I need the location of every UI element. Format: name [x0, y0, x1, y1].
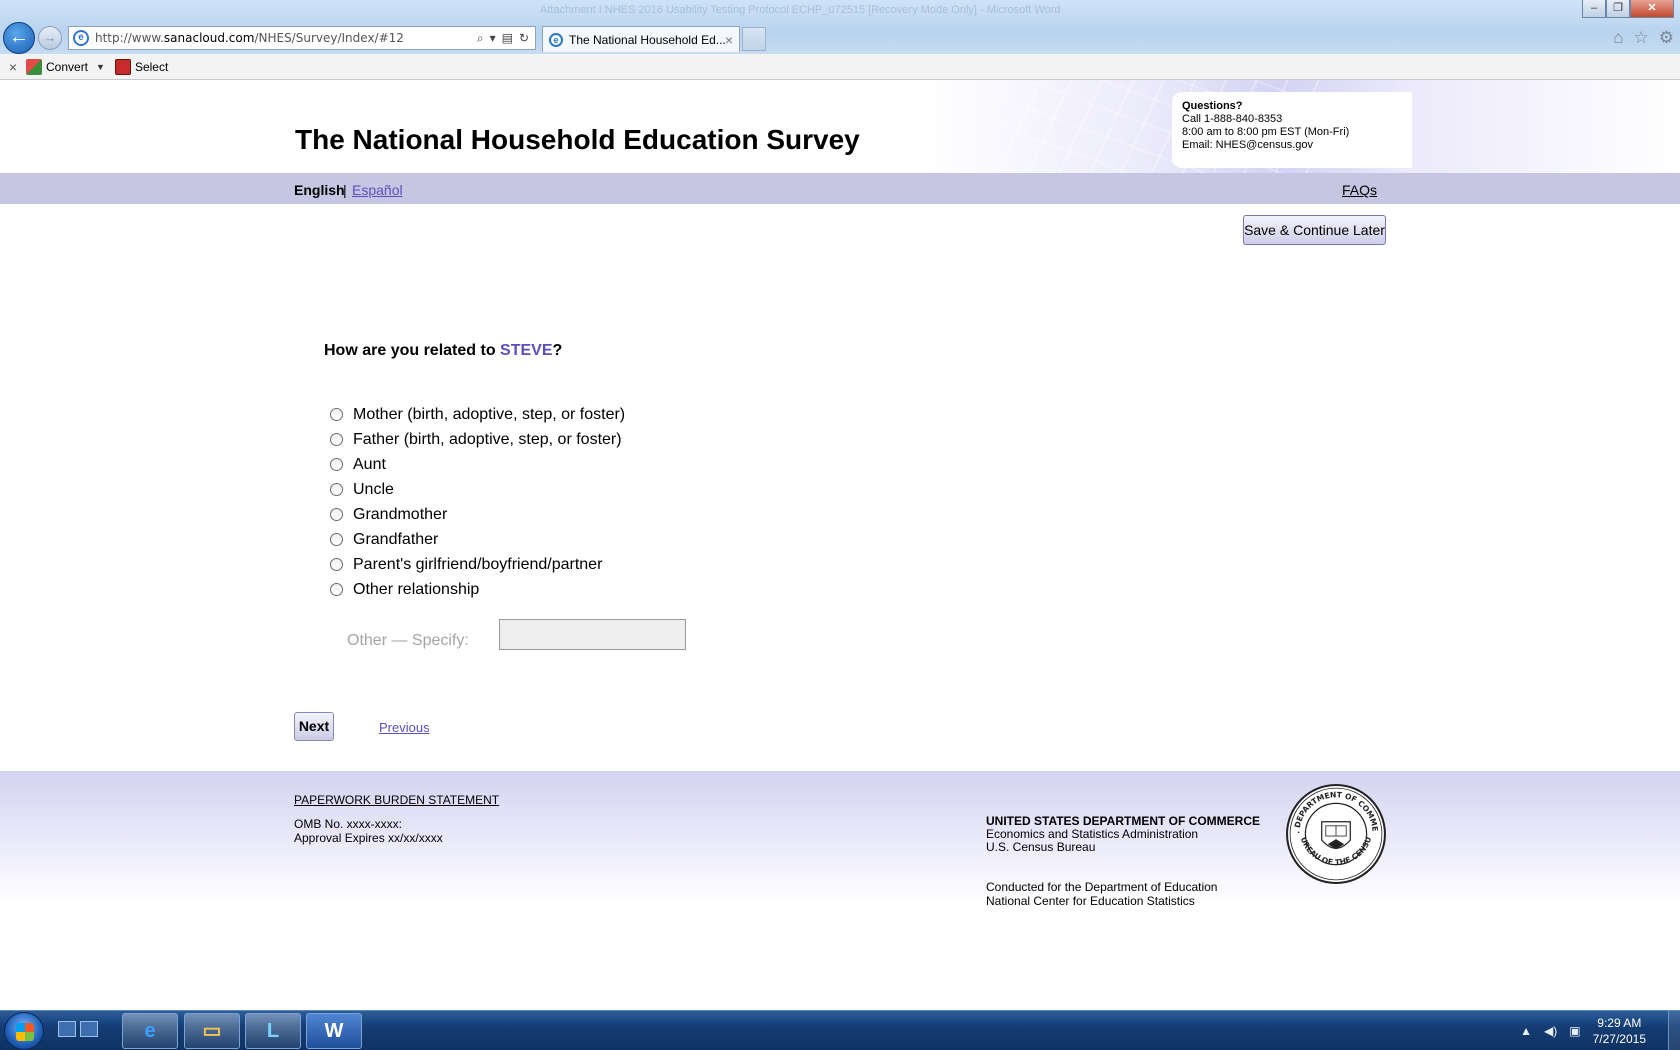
command-bar-close-icon[interactable]: × [0, 59, 26, 75]
approval-expires: Approval Expires xx/xx/xxxx [294, 831, 443, 845]
save-continue-later-button[interactable]: Save & Continue Later [1243, 215, 1386, 245]
question-text: How are you related to STEVE? [324, 342, 563, 359]
site-footer: PAPERWORK BURDEN STATEMENT OMB No. xxxx-… [0, 771, 1680, 1010]
help-contact-box: Questions? Call 1-888-840-8353 8:00 am t… [1172, 92, 1412, 168]
dropdown-arrow-icon[interactable]: ▾ [490, 31, 496, 45]
command-bar: × Convert ▼ Select [0, 54, 1680, 80]
start-button[interactable] [4, 1012, 44, 1050]
refresh-icon[interactable]: ↻ [519, 31, 529, 45]
search-icon[interactable]: ⌕ [477, 31, 484, 46]
radio-button[interactable] [330, 533, 343, 546]
relationship-options: Mother (birth, adoptive, step, or foster… [330, 402, 625, 602]
radio-button[interactable] [330, 483, 343, 496]
option-aunt[interactable]: Aunt [330, 452, 625, 477]
select-label: Select [134, 59, 169, 74]
radio-button[interactable] [330, 508, 343, 521]
clock-time: 9:29 AM [1597, 1016, 1642, 1030]
volume-icon[interactable]: ◀) [1544, 1024, 1557, 1038]
convert-button[interactable]: Convert ▼ [26, 58, 105, 75]
select-button[interactable]: Select [114, 58, 169, 75]
help-phone: Call 1-888-840-8353 [1182, 113, 1283, 125]
show-desktop-button[interactable] [1668, 1011, 1680, 1050]
browser-toolbar-icons: ⌂ ☆ ⚙ [1613, 28, 1674, 48]
other-specify-label: Other — Specify: [347, 632, 469, 649]
questions-label: Questions? [1182, 100, 1243, 112]
option-mother[interactable]: Mother (birth, adoptive, step, or foster… [330, 402, 625, 427]
tab-close-icon[interactable]: × [725, 32, 733, 48]
clock[interactable]: 9:29 AM 7/27/2015 [1593, 1015, 1646, 1047]
previous-link[interactable]: Previous [379, 720, 430, 735]
new-tab-button[interactable] [742, 27, 766, 51]
option-uncle[interactable]: Uncle [330, 477, 625, 502]
address-bar[interactable]: e http://www.sanacloud.com/NHES/Survey/I… [68, 26, 536, 50]
window-title: Attachment I NHES 2016 Usability Testing… [540, 4, 1061, 16]
internet-explorer-icon[interactable]: e [122, 1013, 178, 1049]
option-parent-partner[interactable]: Parent's girlfriend/boyfriend/partner [330, 552, 625, 577]
show-hidden-icons-icon[interactable]: ▲ [1520, 1024, 1532, 1038]
survey-page: The National Household Education Survey … [0, 80, 1680, 1010]
option-other-relationship[interactable]: Other relationship [330, 577, 625, 602]
page-title: The National Household Education Survey [295, 124, 860, 155]
radio-button[interactable] [330, 583, 343, 596]
radio-button[interactable] [330, 408, 343, 421]
restore-button[interactable]: ❐ [1606, 0, 1630, 18]
tab-active[interactable]: e The National Household Ed... × [542, 26, 740, 52]
other-specify-input[interactable] [499, 619, 686, 650]
language-bar: English | Español FAQs [0, 173, 1680, 204]
switch-windows-quick-icon[interactable] [80, 1021, 98, 1037]
conducted-for-text: Conducted for the Department of Educatio… [986, 880, 1218, 894]
network-icon[interactable]: ▣ [1569, 1024, 1580, 1038]
site-header: The National Household Education Survey … [0, 80, 1680, 173]
radio-button[interactable] [330, 458, 343, 471]
browser-chrome: Attachment I NHES 2016 Usability Testing… [0, 0, 1680, 54]
next-button[interactable]: Next [294, 712, 334, 741]
forward-arrow-icon[interactable]: → [38, 26, 62, 50]
pdf-convert-icon [26, 58, 42, 75]
file-explorer-icon[interactable]: ▭ [184, 1013, 240, 1049]
tab-title: The National Household Ed... [569, 32, 725, 47]
close-window-button[interactable]: ✕ [1630, 0, 1674, 18]
omb-info: OMB No. xxxx-xxxx: Approval Expires xx/x… [294, 817, 443, 845]
window-controls: – ❐ ✕ [1582, 0, 1674, 18]
census-bureau-name: U.S. Census Bureau [986, 840, 1096, 854]
url-text[interactable]: http://www.sanacloud.com/NHES/Survey/Ind… [95, 31, 477, 45]
show-desktop-quick-icon[interactable] [58, 1021, 76, 1037]
option-grandfather[interactable]: Grandfather [330, 527, 625, 552]
radio-button[interactable] [330, 433, 343, 446]
radio-button[interactable] [330, 558, 343, 571]
census-bureau-seal-icon: U.S. DEPARTMENT OF COMMERCE BUREAU OF TH… [1285, 783, 1386, 884]
back-arrow-icon[interactable]: ← [3, 22, 35, 54]
question-person-name: STEVE [500, 342, 553, 359]
email-link[interactable]: NHES@census.gov [1216, 139, 1313, 151]
home-icon[interactable]: ⌂ [1613, 28, 1623, 48]
help-hours: 8:00 am to 8:00 pm EST (Mon-Fri) [1182, 126, 1350, 138]
help-email-line: Email: NHES@census.gov [1182, 139, 1313, 151]
chevron-down-icon[interactable]: ▼ [96, 62, 105, 72]
option-grandmother[interactable]: Grandmother [330, 502, 625, 527]
pdf-select-icon [114, 58, 131, 75]
omb-number: OMB No. xxxx-xxxx: [294, 817, 403, 831]
favorites-star-icon[interactable]: ☆ [1634, 28, 1649, 48]
minimize-button[interactable]: – [1582, 0, 1606, 18]
gear-icon[interactable]: ⚙ [1659, 28, 1674, 48]
language-espanol-link[interactable]: Español [352, 182, 403, 198]
option-father[interactable]: Father (birth, adoptive, step, or foster… [330, 427, 625, 452]
commerce-info: UNITED STATES DEPARTMENT OF COMMERCE Eco… [986, 815, 1260, 854]
word-icon[interactable]: W [306, 1013, 362, 1049]
lync-icon[interactable]: L [245, 1013, 301, 1049]
ie-page-icon: e [73, 30, 89, 46]
ie-tab-icon: e [549, 32, 563, 47]
convert-label: Convert [46, 59, 89, 74]
conducted-for-info: Conducted for the Department of Educatio… [986, 880, 1217, 908]
windows-logo-icon [16, 1023, 34, 1041]
clock-date: 7/27/2015 [1592, 1032, 1646, 1046]
language-separator: | [343, 182, 347, 198]
system-tray: ▲ ◀) ▣ 9:29 AM 7/27/2015 [1520, 1011, 1680, 1050]
paperwork-burden-link[interactable]: PAPERWORK BURDEN STATEMENT [294, 793, 499, 807]
language-english: English [294, 182, 345, 198]
windows-taskbar: e ▭ L W ▲ ◀) ▣ 9:29 AM 7/27/2015 [0, 1010, 1680, 1050]
faqs-link[interactable]: FAQs [1342, 182, 1377, 198]
nces-name: National Center for Education Statistics [986, 894, 1195, 908]
compatibility-view-icon[interactable]: ▤ [502, 31, 513, 45]
